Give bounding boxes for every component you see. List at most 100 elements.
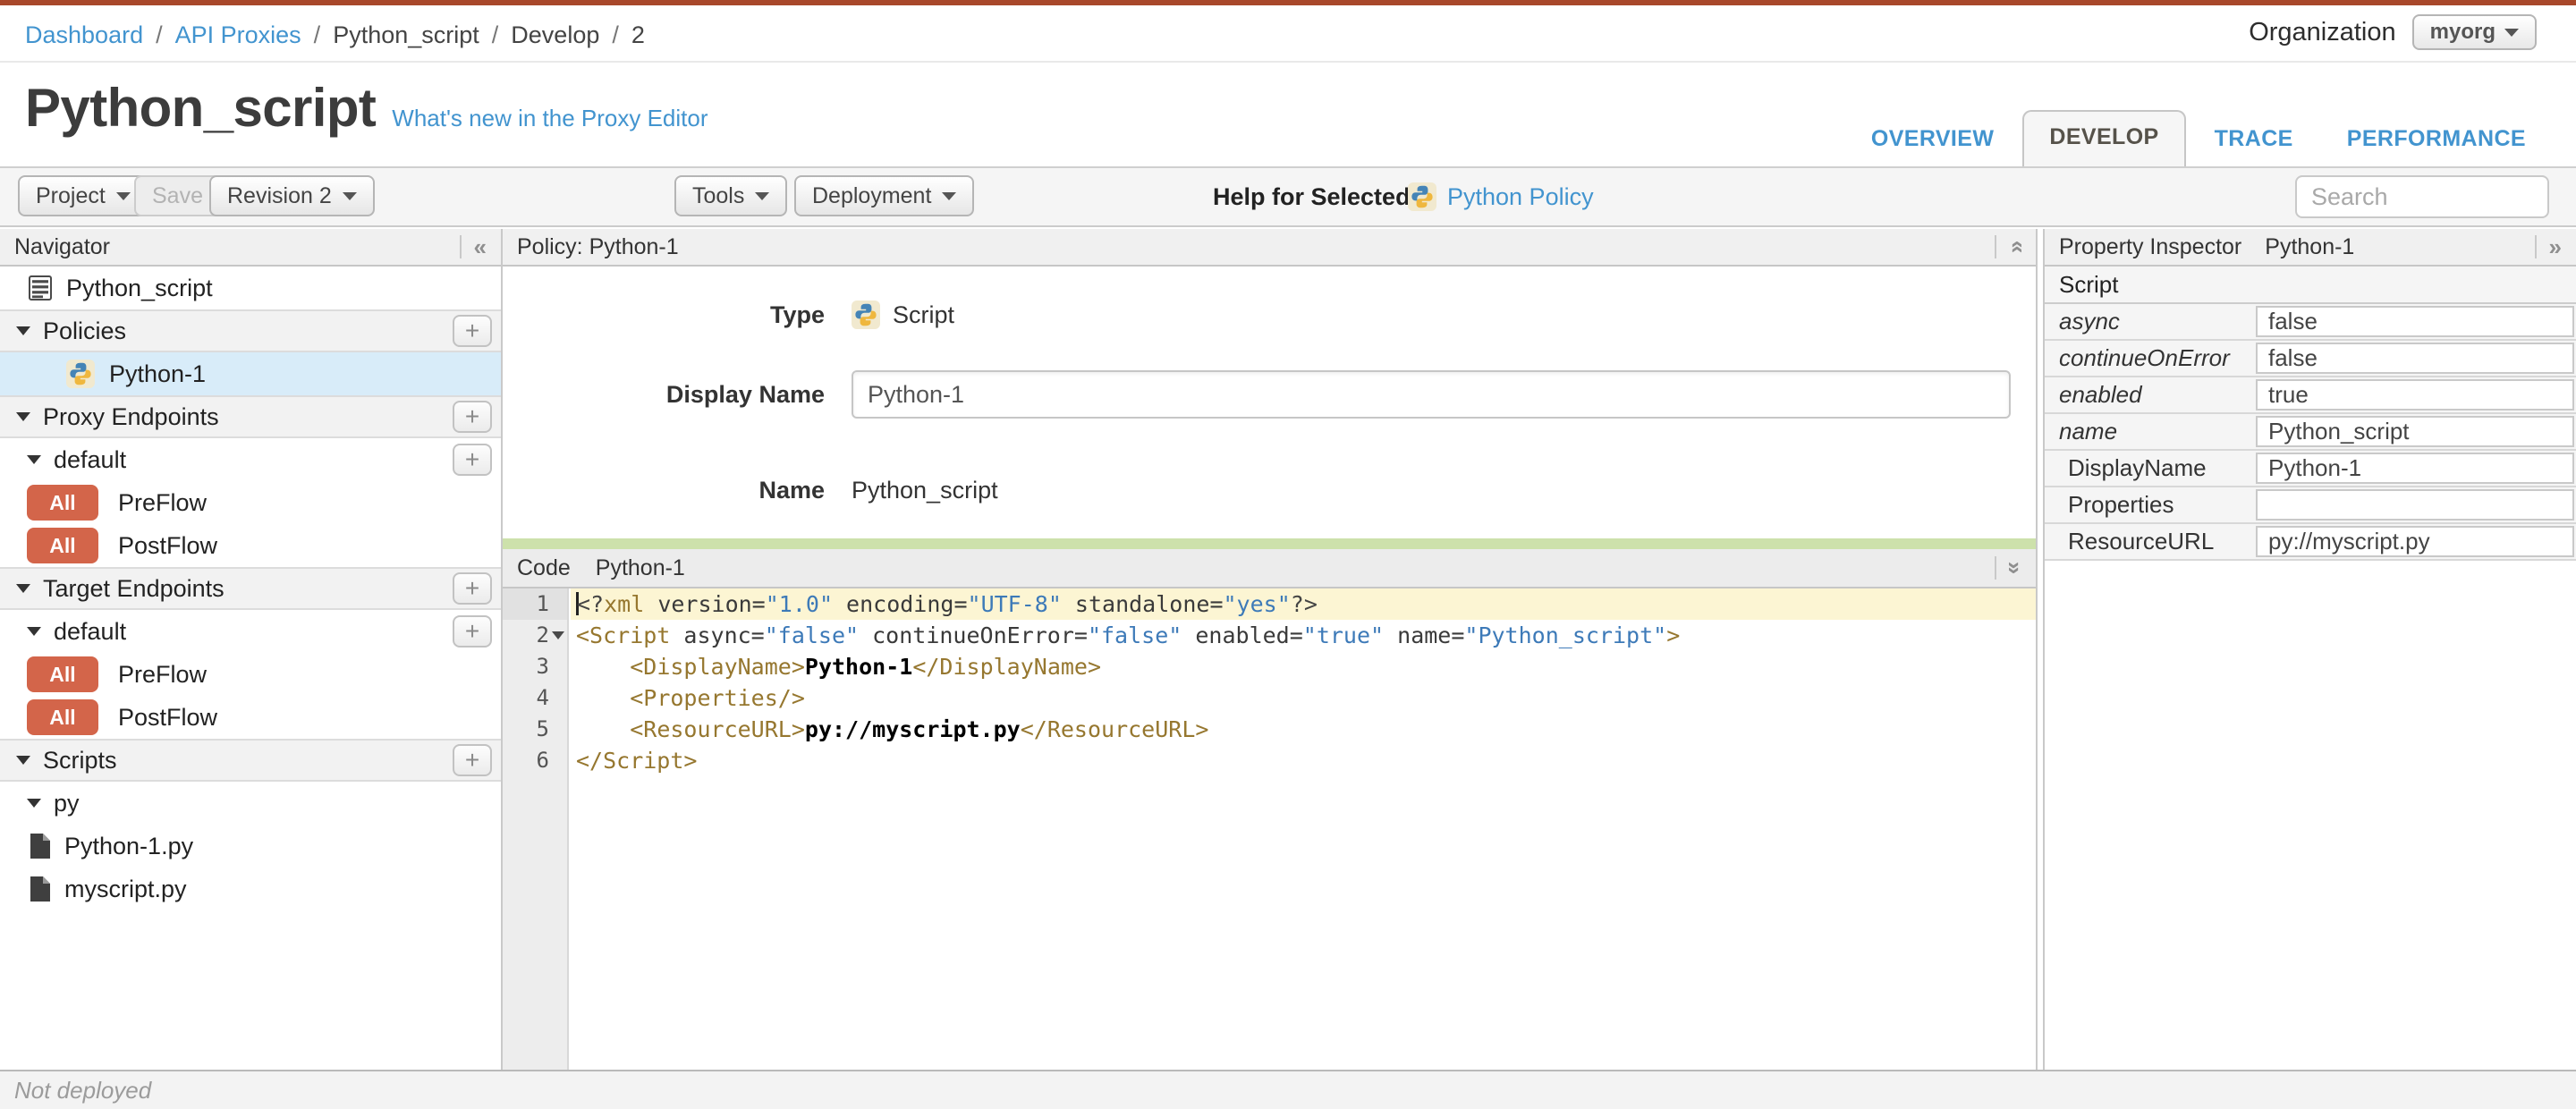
code-token: encoding= [833, 591, 968, 617]
property-label-name: name [2059, 418, 2118, 444]
code-line-2[interactable]: <Script async="false" continueOnError="f… [571, 620, 2036, 651]
property-label-resourceurl: ResourceURL [2068, 528, 2215, 554]
tab-develop[interactable]: DEVELOP [2022, 110, 2186, 172]
code-line-5[interactable]: <ResourceURL>py://myscript.py</ResourceU… [571, 714, 2036, 745]
nav-subsection-default[interactable]: default + [0, 610, 501, 653]
apigee-proxy-editor: Dashboard / API Proxies / Python_script / Deve… [0, 0, 2576, 1109]
nav-label: Target Endpoints [43, 574, 225, 602]
nav-file-python-1-py[interactable]: Python-1.py [0, 825, 501, 868]
property-label-displayname: DisplayName [2068, 454, 2207, 481]
breadcrumb-api-proxies[interactable]: API Proxies [175, 21, 301, 48]
code-line-6[interactable]: </Script> [571, 745, 2036, 776]
breadcrumb-python-script: Python_script [333, 21, 479, 48]
code-editor[interactable]: 1 2 3 4 5 6 <?xml version="1.0" encoding="UTF… [503, 588, 2036, 1070]
revision-button[interactable]: Revision 2 [209, 175, 375, 216]
save-button[interactable]: Save [134, 175, 221, 216]
tab-trace[interactable]: TRACE [2190, 114, 2318, 168]
nav-subsection-py[interactable]: py [0, 782, 501, 825]
nav-flow-preflow[interactable]: All PreFlow [0, 653, 501, 696]
nav-label: Scripts [43, 746, 117, 774]
property-inspector-title: Property Inspector [2059, 233, 2242, 259]
code-token: > [1666, 622, 1681, 648]
collapse-up-icon[interactable]: » [2002, 241, 2029, 253]
nav-item-python-script[interactable]: Python_script [0, 267, 501, 309]
fold-arrow-icon[interactable] [552, 631, 564, 639]
code-line-3[interactable]: <DisplayName>Python-1</DisplayName> [571, 651, 2036, 682]
code-line-4[interactable]: <Properties/> [571, 682, 2036, 714]
property-inspector-policy-name: Python-1 [2265, 233, 2355, 259]
code-token: name= [1384, 622, 1465, 648]
code-token: "true" [1302, 622, 1385, 648]
nav-label: default [54, 617, 127, 645]
property-value-properties[interactable] [2256, 489, 2574, 521]
navigator-header-tools: « [459, 229, 487, 265]
nav-item-python-1[interactable]: Python-1 [0, 352, 501, 395]
collapse-down-icon[interactable]: » [2002, 562, 2029, 574]
nav-section-policies[interactable]: Policies + [0, 309, 501, 352]
property-label-continueonerror: continueOnError [2059, 344, 2230, 371]
tab-performance[interactable]: PERFORMANCE [2322, 114, 2551, 168]
project-button[interactable]: Project [18, 175, 148, 216]
caret-down-icon [16, 584, 30, 593]
whats-new-link[interactable]: What's new in the Proxy Editor [392, 105, 708, 132]
property-value-name[interactable]: Python_script [2256, 416, 2574, 447]
add-button-scripts[interactable]: + [453, 744, 492, 776]
vertical-splitter-handle[interactable] [2036, 229, 2043, 1070]
deployment-button[interactable]: Deployment [794, 175, 975, 216]
code-token: <? [577, 591, 605, 617]
policy-panel-header: Policy: Python-1 » [503, 229, 2036, 267]
code-token: "false" [764, 622, 860, 648]
tab-overview[interactable]: OVERVIEW [1846, 114, 2020, 168]
add-button-proxy-endpoints[interactable]: + [453, 401, 492, 433]
type-row: Type Script [503, 290, 2036, 340]
project-button-label: Project [36, 182, 106, 208]
line-number: 4 [536, 685, 549, 710]
line-number: 6 [536, 748, 549, 773]
display-name-field-wrap [852, 370, 2011, 419]
add-button-policies[interactable]: + [453, 315, 492, 347]
collapse-panel-icon[interactable]: « [474, 235, 487, 258]
nav-file-myscript-py[interactable]: myscript.py [0, 868, 501, 910]
code-token: standalone= [1061, 591, 1224, 617]
breadcrumb-dashboard[interactable]: Dashboard [25, 21, 143, 48]
line-number-gutter: 1 2 3 4 5 6 [503, 588, 569, 1070]
expand-panel-icon[interactable]: » [2549, 235, 2562, 258]
code-token: version= [644, 591, 766, 617]
code-lines: <?xml version="1.0" encoding="UTF-8" sta… [571, 588, 2036, 776]
nav-section-proxy-endpoints[interactable]: Proxy Endpoints + [0, 395, 501, 438]
nav-flow-postflow[interactable]: All PostFlow [0, 696, 501, 739]
fold-slot [549, 631, 567, 639]
search-input[interactable] [2295, 175, 2549, 218]
deployment-button-label: Deployment [812, 182, 932, 208]
add-button-target-endpoints[interactable]: + [453, 572, 492, 605]
nav-flow-preflow[interactable]: All PreFlow [0, 481, 501, 524]
flow-condition-badge: All [27, 699, 98, 735]
nav-subsection-default[interactable]: default + [0, 438, 501, 481]
python-policy-help-link[interactable]: Python Policy [1447, 168, 1594, 225]
type-value-group: Script [852, 301, 954, 329]
organization-label: Organization [2249, 17, 2396, 47]
code-token: xml [604, 591, 645, 617]
code-token: </DisplayName> [912, 654, 1102, 680]
property-value-continueonerror[interactable]: false [2256, 343, 2574, 374]
property-label-properties: Properties [2068, 491, 2174, 518]
nav-section-target-endpoints[interactable]: Target Endpoints + [0, 567, 501, 610]
property-value-resourceurl[interactable]: py://myscript.py [2256, 526, 2574, 557]
property-value-enabled[interactable]: true [2256, 379, 2574, 411]
code-splitter-handle[interactable] [503, 538, 2036, 549]
navigator-panel: Navigator « Python_script Policies + Python… [0, 229, 503, 1070]
header-divider [459, 235, 462, 258]
nav-label: PreFlow [118, 660, 208, 688]
display-name-input[interactable] [852, 370, 2011, 419]
property-value-displayname[interactable]: Python-1 [2256, 453, 2574, 484]
organization-dropdown[interactable]: myorg [2411, 14, 2537, 50]
code-line-1[interactable]: <?xml version="1.0" encoding="UTF-8" sta… [571, 588, 2036, 620]
add-button-default[interactable]: + [453, 615, 492, 648]
property-value-async[interactable]: false [2256, 306, 2574, 337]
add-button-default[interactable]: + [453, 444, 492, 476]
tools-button[interactable]: Tools [674, 175, 788, 216]
nav-label: PostFlow [118, 703, 218, 731]
nav-flow-postflow[interactable]: All PostFlow [0, 524, 501, 567]
nav-section-scripts[interactable]: Scripts + [0, 739, 501, 782]
